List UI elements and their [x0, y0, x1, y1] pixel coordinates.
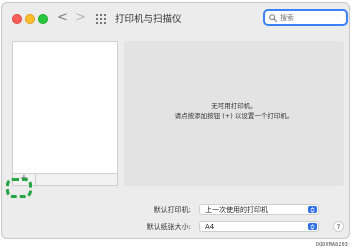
empty-state-message: 无可用打印机。 请点按添加按钮 (+) 以设置一个打印机。	[124, 101, 344, 121]
empty-state-line-1: 无可用打印机。	[211, 102, 257, 110]
chevron-updown-icon	[308, 223, 317, 230]
default-paper-popup[interactable]: A4	[199, 221, 319, 232]
default-printer-label: 默认打印机:	[153, 206, 191, 214]
default-printer-value: 上一次使用的打印机	[205, 206, 268, 214]
empty-state-line-2: 请点按添加按钮 (+) 以设置一个打印机。	[174, 112, 294, 120]
chevron-updown-icon	[308, 206, 317, 213]
window-title: 打印机与扫描仪	[115, 14, 182, 25]
default-paper-value: A4	[205, 223, 215, 231]
zoom-window-button[interactable]	[38, 14, 48, 24]
default-paper-row: 默认纸张大小: A4	[2, 221, 349, 233]
plus-icon: +	[19, 173, 29, 184]
back-button[interactable]: <	[57, 9, 68, 27]
add-printer-button[interactable]: +	[17, 174, 31, 185]
list-toolbar: +	[12, 174, 118, 186]
help-button[interactable]: ?	[333, 221, 344, 232]
figure-code: DQDXMA8203	[315, 242, 348, 248]
search-input[interactable]	[280, 11, 344, 24]
search-icon	[269, 13, 277, 22]
grid-icon[interactable]	[96, 14, 107, 24]
default-printer-row: 默认打印机: 上一次使用的打印机	[2, 204, 349, 216]
printer-list[interactable]	[12, 41, 118, 174]
printer-detail-panel: 无可用打印机。 请点按添加按钮 (+) 以设置一个打印机。	[124, 41, 344, 186]
toolbar-divider	[35, 174, 36, 185]
close-window-button[interactable]	[12, 14, 22, 24]
default-paper-label: 默认纸张大小:	[146, 223, 191, 231]
search-field[interactable]	[263, 9, 348, 26]
minimize-window-button[interactable]	[25, 14, 35, 24]
forward-button[interactable]: >	[75, 9, 86, 27]
title-bar: < > 打印机与扫描仪	[2, 3, 349, 33]
default-printer-popup[interactable]: 上一次使用的打印机	[199, 204, 319, 215]
printers-window: < > 打印机与扫描仪 + 无可用打印机。 请点按添加按钮 (+) 以设置一个打…	[1, 2, 350, 239]
